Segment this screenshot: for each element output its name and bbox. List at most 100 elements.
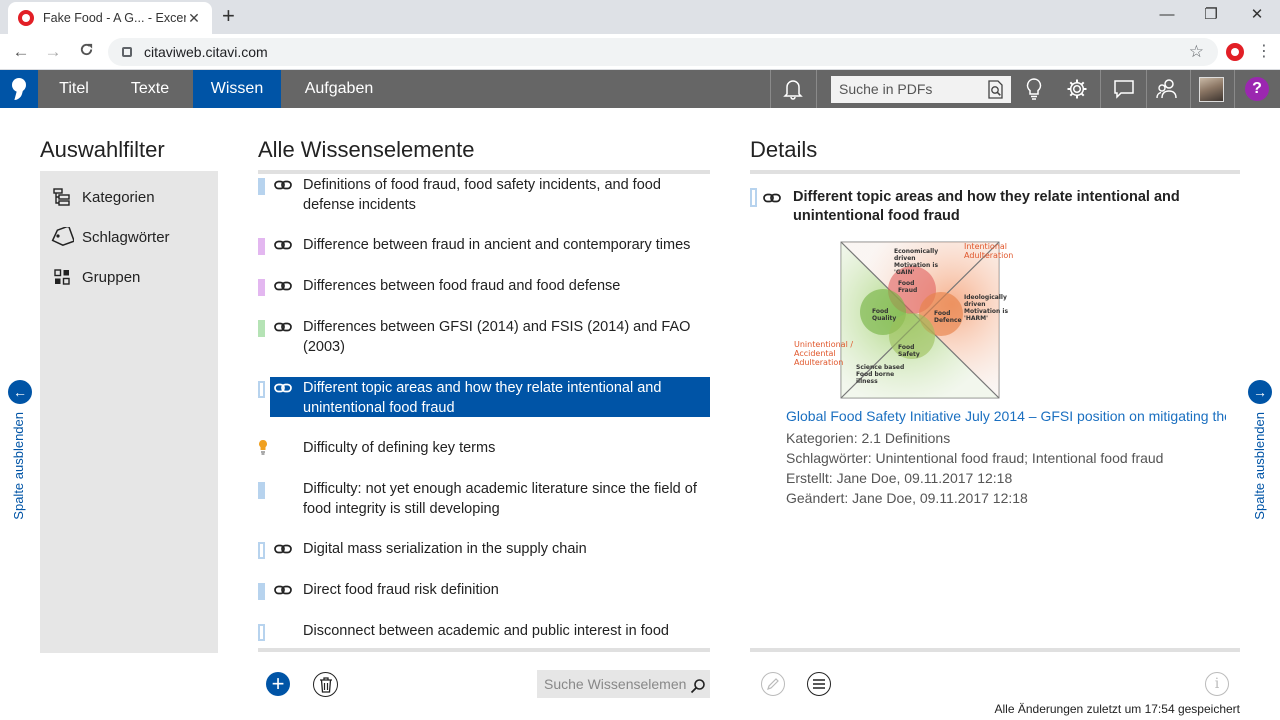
trash-icon [319,676,332,693]
link-icon [273,580,293,600]
details-top-border [750,170,1240,174]
figure-label: Science based Food borne illness [856,364,905,385]
citavi-logo-icon[interactable] [0,70,38,108]
tab-texte[interactable]: Texte [110,70,190,108]
toolbar-divider [1146,70,1147,108]
app-toolbar: Titel Texte Wissen Aufgaben Suche in PDF… [0,70,1280,108]
link-icon [273,235,293,255]
collapse-right-column-button[interactable]: → [1248,380,1272,404]
list-item[interactable]: Direct food fraud risk definition [258,580,710,600]
tag-icon [50,225,74,249]
users-icon[interactable] [1156,78,1178,100]
list-item-label: Difficulty: not yet enough academic lite… [303,481,697,517]
category-tree-icon [50,185,74,209]
figure-label: Food Quality [872,308,897,322]
link-icon [273,539,293,559]
lightbulb-icon[interactable] [1023,78,1045,100]
color-marker [258,542,265,559]
list-item[interactable]: Disconnect between academic and public i… [258,621,710,641]
pdf-search-input[interactable]: Suche in PDFs [831,76,1011,103]
knowledge-search-placeholder: Suche Wissenselemente [544,676,699,692]
list-item[interactable]: Different topic areas and how they relat… [258,378,710,418]
link-icon [273,378,293,398]
minimize-window-button[interactable]: — [1144,4,1190,26]
color-marker [750,188,757,207]
collapse-left-column-button[interactable]: ← [8,380,32,404]
list-heading: Alle Wissenselemente [258,137,475,162]
new-tab-button[interactable]: + [222,5,235,27]
bookmark-star-icon[interactable]: ☆ [1189,42,1204,62]
details-heading: Details [750,137,818,162]
filter-item-kategorien[interactable]: Kategorien [50,185,155,209]
toolbar-divider [816,70,817,108]
tab-aufgaben[interactable]: Aufgaben [283,70,395,108]
menu-lines-icon [813,679,825,689]
toolbar-divider [770,70,771,108]
color-marker [258,320,265,337]
gear-icon[interactable] [1066,78,1088,100]
edit-button[interactable] [761,672,785,696]
close-tab-icon[interactable]: ✕ [186,10,202,27]
list-item-label: Definitions of food fraud, food safety i… [303,177,661,213]
topic-areas-diagram[interactable]: Economically driven Motivation is 'GAIN'… [786,238,1016,400]
browser-address-bar: ← → citaviweb.citavi.com ☆ [0,34,1280,70]
list-item[interactable]: Digital mass serialization in the supply… [258,539,710,559]
list-item[interactable]: Differences between GFSI (2014) and FSIS… [258,317,710,357]
browser-menu-icon[interactable]: ⋮ [1256,42,1272,62]
figure-label: Intentional Adulteration [964,242,1014,260]
color-marker [258,279,265,296]
list-item[interactable]: Definitions of food fraud, food safety i… [258,175,710,215]
restore-window-button[interactable]: ❐ [1188,4,1234,26]
list-item-label: Different topic areas and how they relat… [303,380,662,416]
browser-tab-title: Fake Food - A G... - Excerp [43,11,186,25]
source-link[interactable]: Global Food Safety Initiative July 2014 … [786,408,1226,424]
color-marker [258,238,265,255]
color-marker [258,624,265,641]
delete-button[interactable] [313,672,338,697]
link-icon [273,175,293,195]
help-button[interactable]: ? [1245,77,1269,101]
bell-icon[interactable] [782,78,804,100]
lock-icon [122,47,132,57]
pencil-icon [767,678,779,690]
link-icon [763,188,783,207]
avatar[interactable] [1199,77,1224,102]
info-button[interactable]: i [1205,672,1229,696]
figure-label: Food Safety [898,344,920,358]
filter-item-label: Gruppen [82,268,141,286]
browser-tab[interactable]: Fake Food - A G... - Excerp ✕ [8,2,212,34]
tab-titel[interactable]: Titel [38,70,110,108]
menu-button[interactable] [807,672,831,696]
chat-icon[interactable] [1113,78,1135,100]
list-item-label: Difficulty of defining key terms [303,440,496,456]
pdf-search-icon[interactable] [987,80,1005,108]
list-item-label: Difference between fraud in ancient and … [303,237,691,253]
details-modified: Geändert: Jane Doe, 09.11.2017 12:18 [786,490,1028,506]
add-knowledge-button[interactable]: + [266,672,290,696]
search-icon[interactable] [686,675,706,698]
knowledge-search-input[interactable]: Suche Wissenselemente [537,670,710,698]
filter-item-gruppen[interactable]: Gruppen [50,265,140,289]
hide-right-column-label[interactable]: Spalte ausblenden [1252,412,1267,520]
pdf-search-placeholder: Suche in PDFs [839,81,933,97]
hide-left-column-label[interactable]: Spalte ausblenden [11,412,26,520]
url-field[interactable]: citaviweb.citavi.com ☆ [108,38,1218,66]
tab-wissen[interactable]: Wissen [193,70,281,108]
citavi-favicon-icon [18,10,34,26]
figure-label: Unintentional / Accidental Adulteration [794,340,854,367]
filter-item-schlagwoerter[interactable]: Schlagwörter [50,225,170,249]
back-icon[interactable]: ← [10,41,32,63]
citavi-extension-icon[interactable] [1226,43,1244,61]
list-item[interactable]: Difficulty of defining key terms [258,438,710,461]
forward-icon[interactable]: → [42,41,64,63]
lightbulb-icon [258,439,273,461]
list-item[interactable]: Difficulty: not yet enough academic lite… [258,479,710,519]
list-item[interactable]: Differences between food fraud and food … [258,276,710,296]
close-window-button[interactable]: ✕ [1234,4,1280,26]
reload-icon[interactable] [75,41,97,63]
list-item[interactable]: Difference between fraud in ancient and … [258,235,710,255]
details-title-text: Different topic areas and how they relat… [793,189,1180,224]
figure-label: Food Fraud [898,280,918,294]
color-marker [258,482,265,499]
filter-heading: Auswahlfilter [40,137,165,162]
